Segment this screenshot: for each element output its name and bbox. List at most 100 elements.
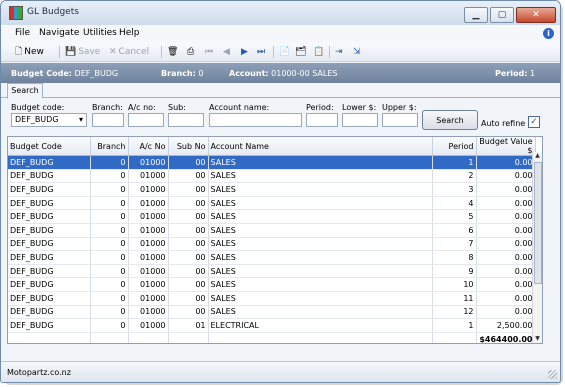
minimize-button[interactable]: ▁ xyxy=(464,7,488,23)
branch-input[interactable] xyxy=(92,113,124,127)
cell-branch: 0 xyxy=(90,237,129,252)
next-record-button[interactable]: ▶ xyxy=(241,45,248,59)
cell-period: 7 xyxy=(432,237,477,252)
cell-acno: 01000 xyxy=(128,237,169,252)
cell-branch: 0 xyxy=(90,305,129,320)
table-row[interactable]: DEF_BUDG 0 01000 00 SALES 12 0.00 xyxy=(8,305,536,320)
cell-budget-code: DEF_BUDG xyxy=(8,169,91,184)
col-budget-value[interactable]: Budget Value $ xyxy=(476,137,536,156)
close-button[interactable]: ✕ xyxy=(516,7,556,23)
cell-period: 4 xyxy=(432,196,477,211)
table-row[interactable]: DEF_BUDG 0 01000 00 SALES 4 0.00 xyxy=(8,196,536,211)
col-acno[interactable]: A/c No xyxy=(128,137,169,156)
table-row[interactable]: DEF_BUDG 0 01000 00 SALES 11 0.00 xyxy=(8,291,536,306)
table-row[interactable]: DEF_BUDG 0 01000 00 SALES 2 0.00 xyxy=(8,169,536,184)
new-button[interactable]: 🗋 New xyxy=(15,45,44,59)
scroll-up-icon[interactable]: ▲ xyxy=(534,152,541,160)
col-budget-code[interactable]: Budget Code xyxy=(8,137,91,156)
sub-input[interactable] xyxy=(168,113,204,127)
copy-button[interactable]: 📄 xyxy=(279,45,290,59)
cell-budget-value: 0.00 xyxy=(476,237,536,252)
export-button[interactable]: ⇲ xyxy=(353,45,361,59)
status-text: Motopartz.co.nz xyxy=(7,368,71,377)
cell-account-name: SALES xyxy=(208,291,433,306)
cell-account-name: SALES xyxy=(208,250,433,265)
period-label: Period: xyxy=(306,103,334,112)
paste-button[interactable]: 📋 xyxy=(313,45,324,59)
col-subno[interactable]: Sub No xyxy=(168,137,209,156)
menu-file[interactable]: File xyxy=(15,28,30,38)
save-icon: 💾 xyxy=(65,47,77,57)
scroll-down-icon[interactable]: ▼ xyxy=(534,335,541,343)
import-button[interactable]: ⇥ xyxy=(335,45,343,59)
properties-button[interactable]: 🗂 xyxy=(295,45,306,59)
cell-acno: 01000 xyxy=(128,250,169,265)
table-row[interactable]: DEF_BUDG 0 01000 00 SALES 5 0.00 xyxy=(8,209,536,224)
search-button[interactable]: Search xyxy=(422,110,478,130)
table-row[interactable]: DEF_BUDG 0 01000 01 ELECTRICAL 1 2,500.00 xyxy=(8,318,536,333)
trash-icon: 🗑 xyxy=(167,47,179,57)
menu-help[interactable]: Help xyxy=(119,28,140,38)
delete-button[interactable]: 🗑 xyxy=(167,45,178,59)
cancel-icon: ✕ xyxy=(109,47,117,57)
cancel-button[interactable]: ✕ Cancel xyxy=(109,45,149,59)
tab-strip: Search xyxy=(1,83,560,99)
total-cell-empty xyxy=(432,332,477,343)
first-record-button[interactable]: ⏮ xyxy=(205,45,213,59)
lower-input[interactable] xyxy=(342,113,378,127)
cell-period: 12 xyxy=(432,305,477,320)
table-row[interactable]: DEF_BUDG 0 01000 00 SALES 3 0.00 xyxy=(8,182,536,197)
period-input[interactable] xyxy=(306,113,338,127)
cell-subno: 00 xyxy=(168,264,209,279)
budget-grid: Budget Code Branch A/c No Sub No Account… xyxy=(7,136,543,344)
table-row[interactable]: DEF_BUDG 0 01000 00 SALES 9 0.00 xyxy=(8,264,536,279)
cell-account-name: SALES xyxy=(208,277,433,292)
vertical-scrollbar[interactable]: ▲ ▼ xyxy=(532,152,542,343)
cell-budget-value: 0.00 xyxy=(476,264,536,279)
status-bar: Motopartz.co.nz xyxy=(1,361,560,382)
col-branch[interactable]: Branch xyxy=(90,137,129,156)
new-label: New xyxy=(24,47,44,57)
cell-acno: 01000 xyxy=(128,223,169,238)
record-header-bar: Budget Code: DEF_BUDG Branch: 0 Account:… xyxy=(1,63,560,83)
print-button[interactable]: ⎙ xyxy=(187,45,194,59)
scroll-thumb[interactable] xyxy=(534,162,542,284)
col-account-name[interactable]: Account Name xyxy=(208,137,433,156)
table-row[interactable]: DEF_BUDG 0 01000 00 SALES 7 0.00 xyxy=(8,237,536,252)
acno-input[interactable] xyxy=(128,113,164,127)
resize-grip-icon[interactable] xyxy=(548,370,557,379)
total-cell-empty xyxy=(168,332,209,343)
cell-acno: 01000 xyxy=(128,291,169,306)
budget-code-select[interactable]: DEF_BUDG ▾ xyxy=(11,113,87,127)
sub-label: Sub: xyxy=(168,103,186,112)
cell-budget-value: 0.00 xyxy=(476,196,536,211)
cell-budget-code: DEF_BUDG xyxy=(8,196,91,211)
account-name-input[interactable] xyxy=(209,113,302,127)
auto-refine-checkbox[interactable]: ✓ xyxy=(528,116,540,128)
maximize-button[interactable]: ▢ xyxy=(490,7,514,23)
budget-code-value: DEF_BUDG xyxy=(15,115,59,124)
chevron-down-icon: ▾ xyxy=(78,115,83,124)
table-row[interactable]: DEF_BUDG 0 01000 00 SALES 6 0.00 xyxy=(8,223,536,238)
menu-navigate[interactable]: Navigate xyxy=(39,28,79,38)
info-icon[interactable]: i xyxy=(543,28,554,39)
menu-utilities[interactable]: Utilities xyxy=(83,28,117,38)
last-record-button[interactable]: ⏭ xyxy=(257,45,265,59)
table-row[interactable]: DEF_BUDG 0 01000 00 SALES 8 0.00 xyxy=(8,250,536,265)
previous-record-button[interactable]: ◀ xyxy=(223,45,230,59)
table-row[interactable]: DEF_BUDG 0 01000 00 SALES 1 0.00 xyxy=(8,155,536,170)
header-row: Budget Code Branch A/c No Sub No Account… xyxy=(8,137,536,156)
upper-input[interactable] xyxy=(382,113,418,127)
cell-period: 10 xyxy=(432,277,477,292)
cell-subno: 00 xyxy=(168,196,209,211)
cell-branch: 0 xyxy=(90,250,129,265)
cell-period: 1 xyxy=(432,155,477,170)
save-button[interactable]: 💾 Save xyxy=(65,45,100,59)
col-period[interactable]: Period xyxy=(432,137,477,156)
cell-subno: 00 xyxy=(168,250,209,265)
properties-icon: 🗂 xyxy=(295,47,307,57)
table-row[interactable]: DEF_BUDG 0 01000 00 SALES 10 0.00 xyxy=(8,277,536,292)
total-cell-empty xyxy=(90,332,129,343)
cell-budget-code: DEF_BUDG xyxy=(8,291,91,306)
title-bar[interactable]: GL Budgets ▁ ▢ ✕ xyxy=(1,1,560,26)
